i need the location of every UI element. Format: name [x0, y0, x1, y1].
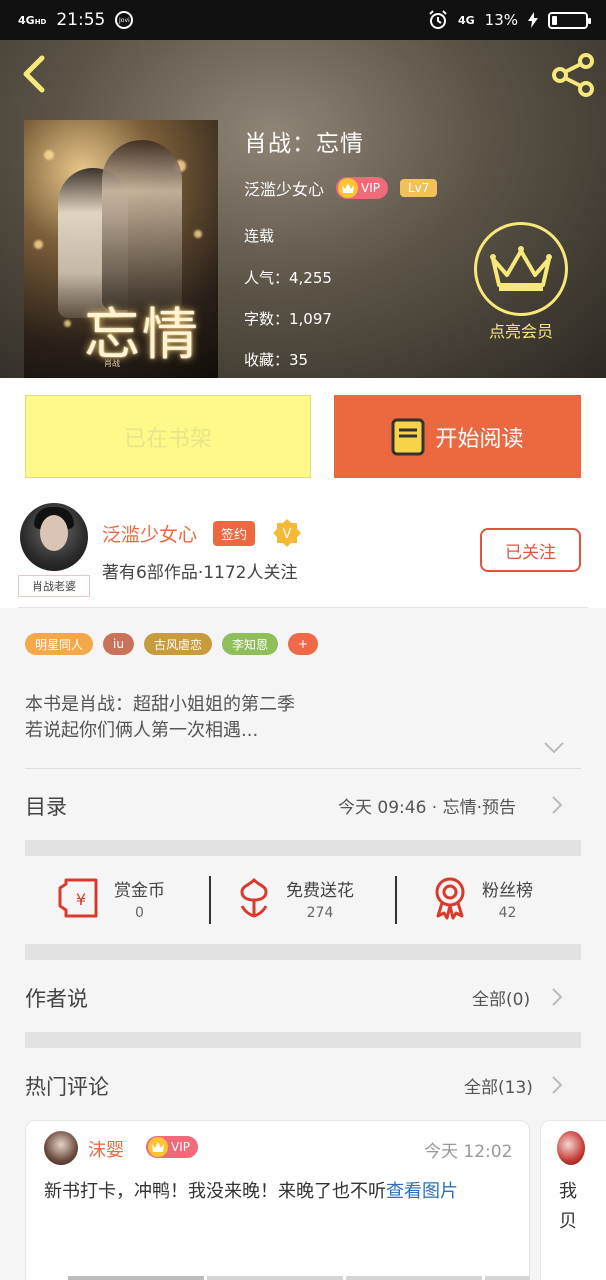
verified-v-icon: V	[273, 519, 301, 547]
start-reading-button[interactable]: 开始阅读	[334, 395, 581, 478]
cover-title: 忘情	[84, 303, 200, 368]
comment-avatar[interactable]	[557, 1131, 585, 1165]
section-separator	[25, 944, 581, 960]
chevron-right-icon	[552, 988, 563, 1006]
crown-icon	[148, 1137, 168, 1157]
carousel-indicator	[485, 1276, 530, 1280]
vip-badge: VIP	[146, 1136, 198, 1158]
comment-card[interactable]: 我贝	[540, 1120, 606, 1280]
crown-icon	[338, 178, 359, 198]
book-cover[interactable]: 忘情 肖战	[24, 120, 218, 378]
signal-4g: 4G	[457, 13, 475, 27]
tag-chip[interactable]: 古风虐恋	[143, 633, 212, 655]
share-button[interactable]	[548, 52, 598, 98]
level-badge: Lv7	[400, 179, 438, 197]
book-title: 肖战：忘情	[244, 131, 364, 157]
view-image-link[interactable]: 查看图片	[386, 1181, 458, 1202]
catalog-latest[interactable]: 今天 09:46 · 忘情·预告	[338, 793, 516, 818]
book-icon	[391, 418, 425, 455]
carousel-indicator	[346, 1276, 482, 1280]
carousel-indicator	[68, 1276, 204, 1280]
author-says-all[interactable]: 全部(0)	[472, 985, 530, 1010]
intro-line-2: 若说起你们俩人第一次相遇...	[25, 720, 259, 741]
author-avatar-tag: 肖战老婆	[18, 575, 90, 597]
book-status: 连载	[244, 227, 275, 245]
red-envelope-icon: ¥	[58, 878, 98, 918]
signed-badge: 签约	[213, 521, 256, 546]
member-label[interactable]: 点亮会员	[466, 318, 576, 342]
chevron-right-icon	[552, 796, 563, 814]
follow-button[interactable]: 已关注	[480, 528, 581, 572]
status-bar: 4GHD 21:55 Jovi 4G 13%	[0, 0, 606, 40]
expand-chevron-icon[interactable]	[543, 741, 565, 755]
svg-text:¥: ¥	[76, 890, 86, 909]
book-author-name[interactable]: 泛滥少女心	[244, 176, 324, 200]
author-avatar[interactable]	[20, 503, 88, 571]
back-button[interactable]	[14, 52, 54, 96]
battery-icon	[548, 11, 591, 29]
carousel-indicator	[207, 1276, 343, 1280]
on-shelf-button[interactable]: 已在书架	[25, 395, 311, 478]
medal-icon	[435, 877, 465, 920]
book-word-count: 字数：1,097	[244, 310, 332, 328]
svg-text:V: V	[283, 527, 292, 542]
tag-chip[interactable]: 李知恩	[221, 633, 278, 655]
divider	[18, 607, 588, 608]
send-flower-button[interactable]: 免费送花 274	[234, 868, 354, 928]
catalog-title[interactable]: 目录	[25, 791, 67, 821]
book-favorites: 收藏：35	[244, 351, 309, 369]
fan-ranking-button[interactable]: 粉丝榜 42	[430, 868, 533, 928]
cover-author: 肖战	[104, 359, 120, 368]
tag-list: 明星同人 iu 古风虐恋 李知恩 +	[25, 633, 319, 655]
jovi-icon: Jovi	[115, 11, 134, 29]
section-separator	[25, 1032, 581, 1048]
status-time: 21:55	[56, 10, 106, 30]
charging-icon	[528, 12, 538, 28]
tag-chip[interactable]: 明星同人	[25, 633, 94, 655]
network-indicator: 4GHD	[18, 13, 47, 27]
vip-badge: VIP	[336, 177, 388, 199]
comment-text-preview: 我贝	[559, 1181, 577, 1232]
separator	[395, 876, 397, 924]
author-works: 著有6部作品·1172人关注	[102, 563, 298, 583]
hot-comments-title: 热门评论	[25, 1075, 109, 1099]
author-name[interactable]: 泛滥少女心	[102, 520, 197, 547]
comment-text: 新书打卡，冲鸭！我没来晚！来晚了也不听查看图片	[44, 1181, 458, 1202]
member-button[interactable]	[474, 222, 568, 316]
comment-user[interactable]: 沫婴	[88, 1136, 124, 1162]
book-popularity: 人气：4,255	[244, 269, 332, 287]
flower-icon	[240, 877, 268, 918]
crown-icon	[490, 246, 552, 291]
add-tag-button[interactable]: +	[288, 633, 319, 655]
tag-chip[interactable]: iu	[103, 633, 134, 655]
section-separator	[25, 840, 581, 856]
alarm-icon	[429, 10, 447, 29]
comment-card[interactable]: 沫婴 VIP 今天 12:02 新书打卡，冲鸭！我没来晚！来晚了也不听查看图片	[25, 1120, 530, 1280]
author-says-title: 作者说	[25, 987, 88, 1011]
comment-avatar[interactable]	[44, 1131, 78, 1165]
hot-comments-all[interactable]: 全部(13)	[464, 1073, 533, 1098]
chevron-right-icon	[552, 1076, 563, 1094]
separator	[209, 876, 211, 924]
reward-coin-button[interactable]: ¥ 赏金币 0	[56, 868, 165, 928]
comment-time: 今天 12:02	[424, 1142, 513, 1162]
divider	[25, 768, 581, 769]
battery-percent: 13%	[484, 11, 518, 29]
book-author-row: 泛滥少女心 VIP Lv7	[244, 176, 438, 200]
intro-line-1: 本书是肖战：超甜小姐姐的第二季	[25, 694, 295, 715]
